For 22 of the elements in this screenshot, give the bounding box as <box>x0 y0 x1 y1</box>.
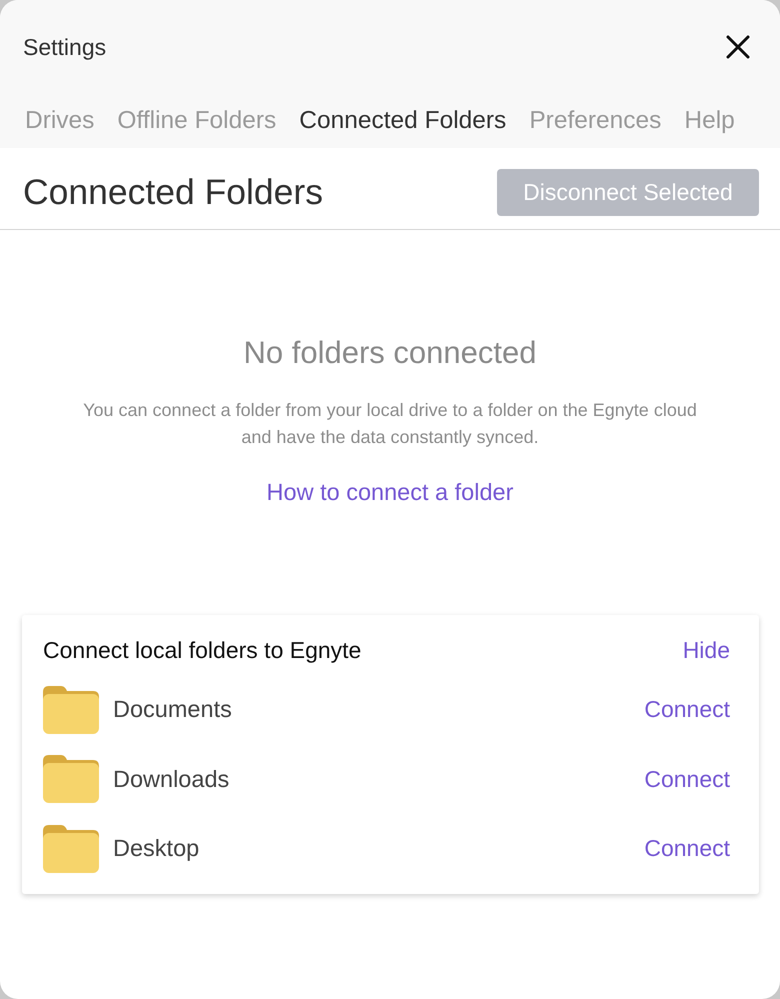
folder-icon <box>43 824 99 873</box>
folder-name: Desktop <box>113 835 200 862</box>
connect-link[interactable]: Connect <box>644 696 730 724</box>
tab[interactable]: Drives <box>25 107 94 135</box>
folder-name: Documents <box>113 696 233 724</box>
folder-icon <box>43 755 99 804</box>
window-title: Settings <box>23 34 106 60</box>
connect-link[interactable]: Connect <box>644 835 730 862</box>
help-link[interactable]: How to connect a folder <box>266 478 514 506</box>
hide-link[interactable]: Hide <box>682 636 730 664</box>
card-title: Connect local folders to Egnyte <box>43 636 362 664</box>
page-heading: Connected Folders <box>23 172 323 213</box>
close-icon[interactable] <box>726 35 750 59</box>
connect-link[interactable]: Connect <box>644 766 730 793</box>
folder-icon <box>43 686 99 734</box>
tab[interactable]: Help <box>684 107 735 135</box>
tab[interactable]: Connected Folders <box>299 107 506 135</box>
tab[interactable]: Offline Folders <box>117 107 276 135</box>
tab[interactable]: Preferences <box>529 107 662 135</box>
empty-state-description: You can connect a folder from your local drive to a folder on the Egnyte cloud and have the data constantly synced. <box>82 399 698 449</box>
empty-state-title: No folders connected <box>244 334 536 372</box>
folder-name: Downloads <box>113 766 230 793</box>
